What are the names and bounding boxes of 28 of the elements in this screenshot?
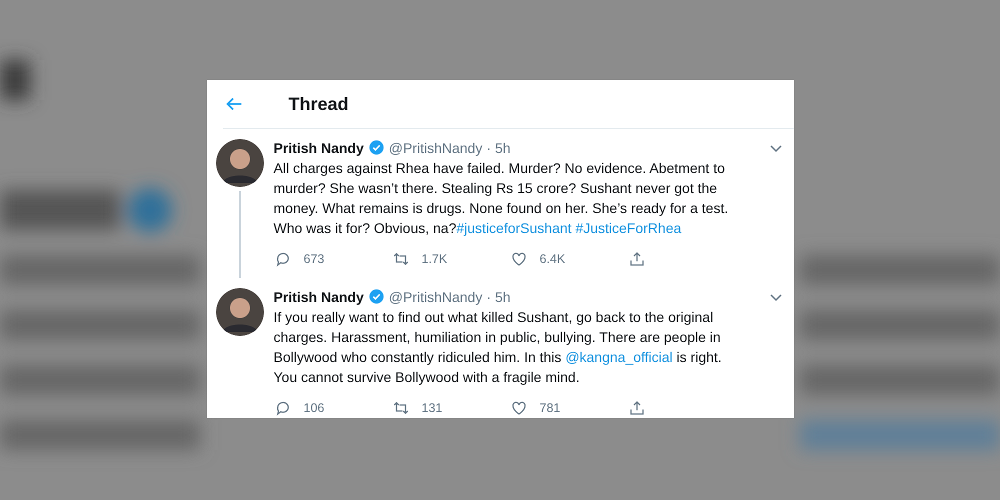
timestamp[interactable]: 5h (495, 140, 511, 156)
separator-dot: · (486, 288, 491, 304)
author-handle[interactable]: @PritishNandy (388, 288, 482, 304)
retweet-count: 131 (422, 401, 442, 415)
like-count: 6.4K (540, 252, 566, 266)
like-count: 781 (540, 401, 560, 415)
page-title: Thread (288, 94, 349, 114)
separator-dot: · (486, 140, 491, 156)
hashtag-link[interactable]: #JusticeForRhea (575, 220, 682, 236)
share-icon[interactable] (628, 250, 646, 268)
hashtag-link[interactable]: @kangna_official (565, 349, 673, 365)
heart-icon[interactable] (510, 250, 528, 268)
author-name[interactable]: Pritish Nandy (274, 288, 364, 304)
reply-count: 106 (304, 401, 324, 415)
retweet-icon[interactable] (392, 399, 410, 417)
tweet-text: If you really want to find out what killed Sushant, go back to the original charges. Harassment, humiliation in public, bullying. There are people in Bollywood who constantly ridiculed him. In this @kangna_official is right. You cannot survive Bollywood with a fragile mind. (274, 308, 723, 387)
avatar[interactable] (216, 139, 264, 187)
author-handle[interactable]: @PritishNandy (388, 140, 482, 156)
hashtag-link[interactable]: #justiceforSushant (456, 220, 572, 236)
reply-count: 673 (304, 252, 324, 266)
avatar[interactable] (216, 288, 264, 336)
tweet-text: All charges against Rhea have failed. Murder? No evidence. Abetment to murder? She wasn’t there. Stealing Rs 15 crore? Sushant never got the money. What remains is drugs. None found on her. She’s ready for a test. Who was it for? Obvious, na?#justiceforSushant #JusticeForRhea (274, 159, 730, 238)
retweet-count: 1.7K (422, 252, 448, 266)
author-name[interactable]: Pritish Nandy (274, 140, 364, 156)
timestamp[interactable]: 5h (495, 288, 511, 304)
heart-icon[interactable] (510, 399, 528, 417)
retweet-icon[interactable] (392, 250, 410, 268)
share-icon[interactable] (628, 399, 646, 417)
